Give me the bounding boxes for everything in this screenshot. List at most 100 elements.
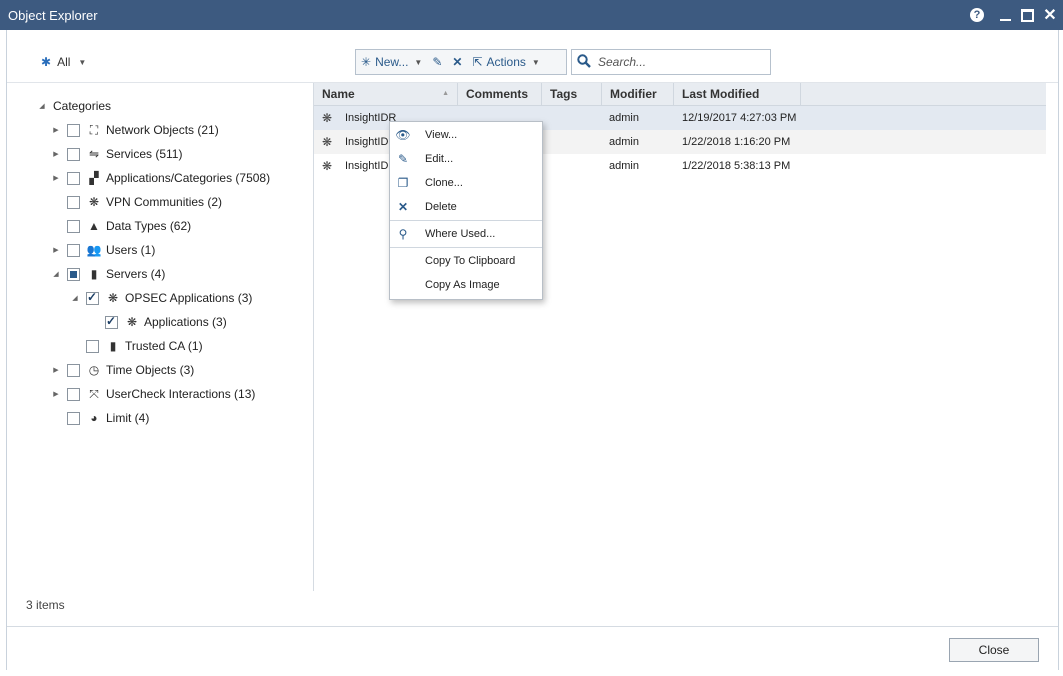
close-button[interactable]: Close xyxy=(949,638,1039,662)
expand-arrow-icon[interactable]: ◢ xyxy=(37,102,47,110)
vpn-icon: ❋ xyxy=(88,195,100,209)
edit-button[interactable]: ✎ xyxy=(427,51,447,73)
item-count: 3 items xyxy=(26,598,65,612)
opsec-icon: ❋ xyxy=(107,291,119,305)
new-label: New... xyxy=(375,55,409,69)
menu-label: Edit... xyxy=(425,153,454,165)
checkbox[interactable] xyxy=(67,411,80,425)
checkbox[interactable] xyxy=(67,267,80,281)
tree-item-data-types[interactable]: ▲ Data Types (62) xyxy=(61,216,191,236)
tree-item-label: Users (1) xyxy=(106,243,156,257)
checkbox[interactable] xyxy=(67,219,80,233)
expand-arrow-icon[interactable]: ▶ xyxy=(51,390,61,398)
column-label: Last Modified xyxy=(682,87,760,101)
menu-item-where-used[interactable]: ⚲ Where Used... xyxy=(390,222,542,246)
checkbox[interactable] xyxy=(67,171,80,185)
tree-item-label: Network Objects (21) xyxy=(106,123,219,137)
all-filter-dropdown[interactable]: ✱ All ▼ xyxy=(41,55,86,69)
collapse-arrow-icon[interactable]: ◢ xyxy=(70,294,80,302)
column-header-comments[interactable]: Comments xyxy=(458,83,542,105)
menu-item-view[interactable]: 👁 View... xyxy=(390,123,542,147)
column-header-last-modified[interactable]: Last Modified xyxy=(674,83,801,105)
checkbox[interactable] xyxy=(67,195,80,209)
tree-item-label: Data Types (62) xyxy=(106,219,192,233)
column-label: Name xyxy=(322,87,355,101)
chevron-down-icon: ▼ xyxy=(531,57,540,67)
x-icon: ✕ xyxy=(452,55,463,69)
tree-item-applications-categories[interactable]: ▶ ▞ Applications/Categories (7508) xyxy=(51,168,270,188)
collapse-arrow-icon[interactable]: ◢ xyxy=(51,270,61,278)
menu-item-delete[interactable]: ✕ Delete xyxy=(390,195,542,219)
cell-name: InsightID xyxy=(345,160,389,172)
delete-button[interactable]: ✕ xyxy=(447,51,467,73)
services-icon: ⇋ xyxy=(88,147,100,161)
tree-item-label: Time Objects (3) xyxy=(106,363,195,377)
column-header-name[interactable]: Name ▲ xyxy=(314,83,458,105)
tree-item-usercheck-interactions[interactable]: ▶ ⤧ UserCheck Interactions (13) xyxy=(51,384,255,404)
expand-arrow-icon[interactable]: ▶ xyxy=(51,246,61,254)
checkbox[interactable] xyxy=(86,290,99,305)
data-types-icon: ▲ xyxy=(88,219,100,233)
checkbox[interactable] xyxy=(67,147,80,161)
actions-label: Actions xyxy=(486,55,526,69)
tree-item-label: Applications/Categories (7508) xyxy=(106,171,271,185)
grid-header: Name ▲ Comments Tags Modifier Last Modif… xyxy=(314,83,1046,106)
menu-label: Delete xyxy=(425,201,457,213)
expand-arrow-icon[interactable]: ▶ xyxy=(51,126,61,134)
tree-item-trusted-ca[interactable]: ▮ Trusted CA (1) xyxy=(80,336,203,356)
search-icon xyxy=(572,53,596,71)
expand-arrow-icon[interactable]: ▶ xyxy=(51,174,61,182)
tree-root-label: Categories xyxy=(53,99,112,113)
close-window-icon[interactable]: ✕ xyxy=(1041,6,1059,24)
checkbox[interactable] xyxy=(67,363,80,377)
help-icon[interactable]: ? xyxy=(968,6,986,24)
checkbox[interactable] xyxy=(67,387,80,401)
tree-item-label: OPSEC Applications (3) xyxy=(125,291,253,305)
cell-modifier: admin xyxy=(609,160,639,172)
menu-label: Where Used... xyxy=(425,228,496,240)
expand-arrow-icon[interactable]: ▶ xyxy=(51,150,61,158)
tree-item-opsec-applications[interactable]: ◢ ❋ OPSEC Applications (3) xyxy=(70,288,252,308)
new-button[interactable]: ✳ New... ▼ xyxy=(356,51,427,73)
maximize-icon[interactable] xyxy=(1018,6,1036,24)
checkbox[interactable] xyxy=(67,243,80,257)
tree-item-limit[interactable]: ◕ Limit (4) xyxy=(61,408,149,428)
column-header-modifier[interactable]: Modifier xyxy=(602,83,674,105)
tree-item-services[interactable]: ▶ ⇋ Services (511) xyxy=(51,144,182,164)
menu-item-clone[interactable]: ❐ Clone... xyxy=(390,171,542,195)
opsec-app-icon: ❋ xyxy=(322,135,333,149)
chevron-down-icon: ▼ xyxy=(78,57,87,67)
tree-item-servers[interactable]: ◢ ▮ Servers (4) xyxy=(51,264,165,284)
tree-item-label: Applications (3) xyxy=(144,315,227,329)
tree-item-applications[interactable]: ❋ Applications (3) xyxy=(99,312,227,332)
opsec-icon: ❋ xyxy=(126,315,138,329)
tree-item-label: Trusted CA (1) xyxy=(125,339,203,353)
asterisk-icon: ✱ xyxy=(41,55,52,69)
column-label: Comments xyxy=(466,87,529,101)
checkbox[interactable] xyxy=(105,314,118,329)
column-header-tags[interactable]: Tags xyxy=(542,83,602,105)
search-box xyxy=(571,49,771,75)
action-toolbar: ✳ New... ▼ ✎ ✕ ⇱ Actions ▼ xyxy=(355,49,567,75)
column-label: Tags xyxy=(550,87,578,101)
export-icon: ⇱ xyxy=(472,55,483,69)
title-bar: Object Explorer ? ✕ xyxy=(0,0,1063,30)
tree-item-network-objects[interactable]: ▶ ⛶ Network Objects (21) xyxy=(51,120,219,140)
menu-item-copy-to-clipboard[interactable]: Copy To Clipboard xyxy=(390,249,542,273)
minimize-icon[interactable] xyxy=(996,6,1014,24)
tree-item-vpn-communities[interactable]: ❋ VPN Communities (2) xyxy=(61,192,222,212)
tree-item-time-objects[interactable]: ▶ ◷ Time Objects (3) xyxy=(51,360,194,380)
actions-button[interactable]: ⇱ Actions ▼ xyxy=(467,51,544,73)
tree-root-categories[interactable]: ◢ Categories xyxy=(37,96,111,116)
tree-item-label: VPN Communities (2) xyxy=(106,195,223,209)
expand-arrow-icon[interactable]: ▶ xyxy=(51,366,61,374)
checkbox[interactable] xyxy=(86,339,99,353)
menu-item-edit[interactable]: ✎ Edit... xyxy=(390,147,542,171)
checkbox[interactable] xyxy=(67,123,80,137)
tree-item-users[interactable]: ▶ 👥 Users (1) xyxy=(51,240,155,260)
search-input[interactable] xyxy=(596,54,760,70)
menu-item-copy-as-image[interactable]: Copy As Image xyxy=(390,273,542,297)
location-pin-icon: ⚲ xyxy=(398,227,408,241)
menu-separator xyxy=(390,220,542,221)
clone-icon: ❐ xyxy=(397,176,409,190)
